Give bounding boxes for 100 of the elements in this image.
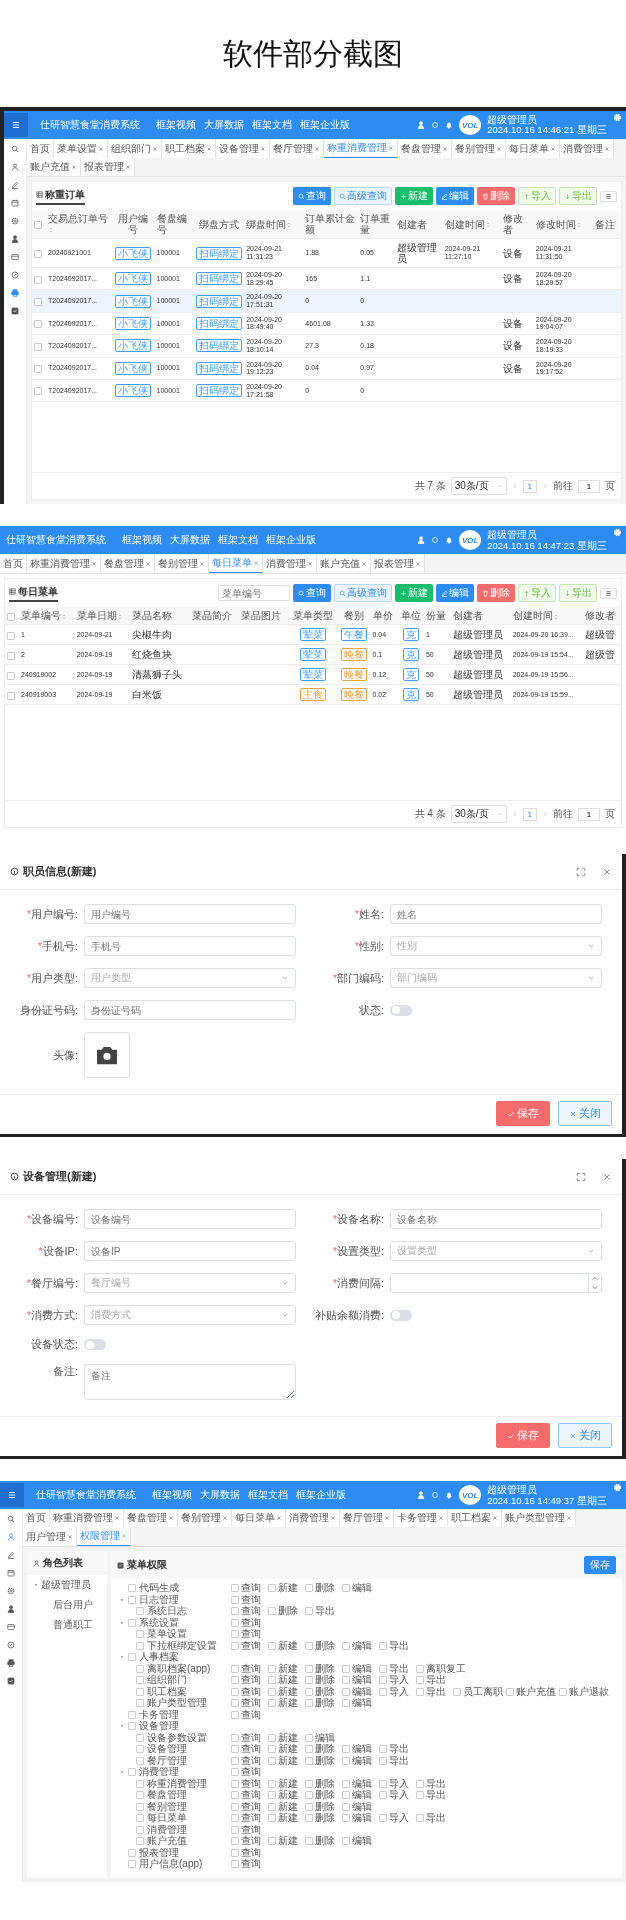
next-page-icon[interactable] xyxy=(542,483,548,490)
checkbox[interactable] xyxy=(34,297,42,306)
checkbox[interactable] xyxy=(231,1687,239,1696)
checkbox[interactable] xyxy=(231,1618,239,1627)
tab[interactable]: 餐盘管理 xyxy=(124,1509,178,1528)
close-icon[interactable] xyxy=(330,1515,336,1522)
close-icon[interactable] xyxy=(152,145,158,152)
tab[interactable]: 首页 xyxy=(23,1509,50,1528)
checkbox[interactable] xyxy=(305,1802,313,1811)
close-icon[interactable] xyxy=(442,145,448,152)
checkbox[interactable] xyxy=(231,1676,239,1684)
checkbox[interactable] xyxy=(342,1641,350,1650)
text-field[interactable]: 姓名 xyxy=(390,904,602,925)
card-icon[interactable] xyxy=(7,1623,15,1632)
checkbox[interactable] xyxy=(136,1641,144,1650)
checkbox[interactable] xyxy=(379,1756,387,1765)
close-icon[interactable] xyxy=(276,1515,282,1522)
checkbox[interactable] xyxy=(136,1699,144,1707)
settings-icon[interactable] xyxy=(11,217,19,225)
checkbox[interactable] xyxy=(136,1630,144,1638)
checkbox[interactable] xyxy=(136,1607,144,1615)
close-icon[interactable] xyxy=(98,145,104,152)
text-field[interactable]: 用户编号 xyxy=(84,904,296,925)
checklist-icon[interactable] xyxy=(11,307,19,315)
user-icon[interactable] xyxy=(417,1491,426,1500)
checkbox[interactable] xyxy=(268,1802,276,1811)
checkbox[interactable] xyxy=(268,1584,276,1592)
text-field[interactable]: 设备编号 xyxy=(84,1209,296,1230)
toggle-switch[interactable] xyxy=(390,1309,412,1321)
checkbox[interactable] xyxy=(231,1607,239,1615)
checkbox[interactable] xyxy=(231,1630,239,1638)
tab[interactable]: 首页 xyxy=(27,139,54,158)
checkbox[interactable] xyxy=(231,1814,239,1822)
toggle-switch[interactable] xyxy=(84,1339,106,1351)
checkbox[interactable] xyxy=(305,1779,313,1788)
circle-icon[interactable] xyxy=(431,1491,440,1500)
tab[interactable]: 称重消费管理 xyxy=(324,139,398,158)
checkbox[interactable] xyxy=(128,1618,136,1627)
close-icon[interactable] xyxy=(496,145,502,152)
tab[interactable]: 餐别管理 xyxy=(155,554,209,574)
checkbox[interactable] xyxy=(231,1848,239,1857)
checkbox[interactable] xyxy=(305,1837,313,1845)
checkbox[interactable] xyxy=(34,220,42,229)
tab[interactable]: 账户类型管理 xyxy=(502,1509,576,1528)
checkbox[interactable] xyxy=(342,1756,350,1765)
checkbox[interactable] xyxy=(34,387,42,396)
role-item[interactable]: 超级管理员 xyxy=(41,1578,91,1593)
checkbox[interactable] xyxy=(305,1745,313,1753)
checkbox[interactable] xyxy=(379,1779,387,1788)
checkbox[interactable] xyxy=(305,1664,313,1673)
checkbox[interactable] xyxy=(128,1710,136,1719)
checkbox[interactable] xyxy=(379,1664,387,1673)
close-icon[interactable] xyxy=(253,560,259,567)
checkbox[interactable] xyxy=(342,1779,350,1788)
checkbox[interactable] xyxy=(136,1814,144,1822)
tab[interactable]: 消费管理 xyxy=(286,1509,340,1528)
tab[interactable]: 称重消费管理 xyxy=(27,554,101,574)
printer-icon[interactable] xyxy=(11,289,19,297)
checkbox[interactable] xyxy=(305,1791,313,1799)
tab[interactable]: 每日菜单 xyxy=(506,139,560,158)
checkbox[interactable] xyxy=(128,1595,136,1604)
close-icon[interactable] xyxy=(415,560,421,567)
search-icon[interactable] xyxy=(11,145,19,153)
tab[interactable]: 账户充值 xyxy=(27,158,81,176)
tab[interactable]: 职工档案 xyxy=(448,1509,502,1528)
more-button[interactable] xyxy=(600,190,617,202)
checkbox[interactable] xyxy=(379,1676,387,1684)
expand-arrow-icon[interactable] xyxy=(119,1596,125,1603)
tab[interactable]: 餐厅管理 xyxy=(340,1509,394,1528)
checkbox[interactable] xyxy=(231,1664,239,1673)
number-field[interactable] xyxy=(390,1273,602,1294)
tab[interactable]: 权限管理 xyxy=(77,1527,131,1547)
page-input[interactable]: 1 xyxy=(578,807,600,821)
checkbox[interactable] xyxy=(305,1699,313,1707)
checkbox[interactable] xyxy=(7,691,15,700)
checkbox[interactable] xyxy=(342,1791,350,1799)
checkbox[interactable] xyxy=(305,1607,313,1615)
tab[interactable]: 每日菜单 xyxy=(232,1509,286,1528)
checkbox[interactable] xyxy=(34,320,42,329)
checkbox[interactable] xyxy=(34,365,42,374)
tab[interactable]: 每日菜单 xyxy=(209,554,263,574)
tab[interactable]: 菜单设置 xyxy=(54,139,108,158)
close-icon[interactable] xyxy=(67,1533,73,1540)
expand-arrow-icon[interactable] xyxy=(33,1582,39,1589)
tab[interactable]: 组织部门 xyxy=(108,139,162,158)
close-icon[interactable] xyxy=(604,145,610,152)
checklist-icon[interactable] xyxy=(7,1677,15,1686)
bell-icon[interactable] xyxy=(445,121,454,129)
checkbox[interactable] xyxy=(136,1733,144,1742)
close-icon[interactable] xyxy=(314,145,320,152)
close-icon[interactable] xyxy=(222,1515,228,1522)
checkbox[interactable] xyxy=(268,1733,276,1742)
checkbox[interactable] xyxy=(136,1687,144,1696)
checkbox[interactable] xyxy=(34,342,42,351)
tab[interactable]: 消费管理 xyxy=(263,554,317,574)
close-icon[interactable] xyxy=(199,560,205,567)
checkbox[interactable] xyxy=(379,1745,387,1753)
menu-button[interactable] xyxy=(0,1483,24,1508)
tab[interactable]: 餐盘管理 xyxy=(398,139,452,158)
close-icon[interactable] xyxy=(361,560,367,567)
